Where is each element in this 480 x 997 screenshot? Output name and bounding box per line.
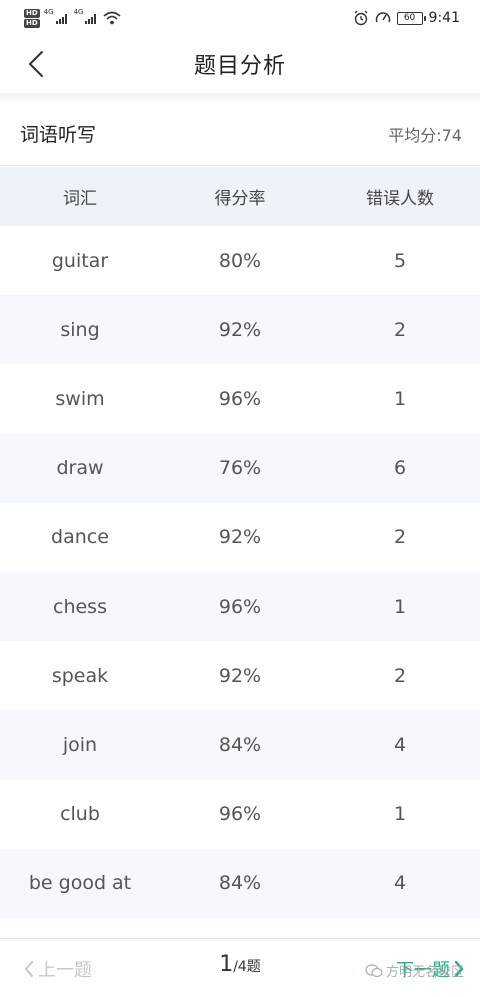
column-header-rate: 得分率 bbox=[214, 189, 266, 209]
status-time: 9:41 bbox=[428, 10, 460, 26]
errors-cell: 6 bbox=[393, 457, 407, 480]
rate-cell: 96% bbox=[218, 595, 262, 618]
errors-cell: 1 bbox=[393, 595, 407, 618]
word-cell: be good at bbox=[28, 872, 132, 895]
network-type-label: 4G bbox=[43, 8, 54, 16]
wechat-icon bbox=[365, 963, 383, 977]
table-row: dance 92% 2 bbox=[0, 502, 480, 572]
current-page: 1 bbox=[219, 952, 234, 977]
battery-level: 60 bbox=[403, 12, 416, 23]
errors-cell: 2 bbox=[393, 526, 407, 549]
hd-badge: HD bbox=[24, 18, 40, 28]
hd-badge: HD bbox=[24, 8, 40, 18]
wifi-icon bbox=[103, 11, 121, 25]
status-bar-right: 60 9:41 bbox=[353, 8, 460, 28]
rate-cell: 92% bbox=[218, 526, 262, 549]
table-row: draw 76% 6 bbox=[0, 433, 480, 503]
rate-cell: 96% bbox=[218, 803, 262, 826]
rate-cell: 96% bbox=[218, 387, 262, 410]
rate-cell: 84% bbox=[218, 872, 262, 895]
table-header: 词汇 得分率 错误人数 bbox=[0, 167, 480, 226]
nav-bar: 题目分析 bbox=[0, 34, 480, 94]
signal-icon bbox=[85, 14, 97, 24]
data-saver-icon bbox=[375, 12, 390, 23]
table-row: club 96% 1 bbox=[0, 779, 480, 849]
table-row: guitar 80% 5 bbox=[0, 226, 480, 296]
hd-indicators: HD HD bbox=[24, 8, 40, 28]
signal-icon bbox=[55, 14, 67, 24]
errors-cell: 1 bbox=[393, 387, 407, 410]
word-cell: join bbox=[62, 733, 98, 756]
watermark-text: 方明无名校区 bbox=[385, 965, 464, 980]
rate-cell: 92% bbox=[218, 664, 262, 687]
analysis-table: 词汇 得分率 错误人数 guitar 80% 5 sing 92% 2 swim… bbox=[0, 167, 480, 918]
errors-cell: 2 bbox=[393, 664, 407, 687]
word-cell: guitar bbox=[51, 249, 109, 272]
average-score: 平均分:74 bbox=[388, 126, 462, 145]
rate-cell: 80% bbox=[218, 249, 262, 272]
alarm-icon bbox=[354, 10, 368, 26]
word-cell: draw bbox=[56, 457, 104, 480]
table-row: swim 96% 1 bbox=[0, 364, 480, 434]
status-bar-left: HD HD 4G 4G bbox=[24, 6, 121, 30]
status-bar: HD HD 4G 4G 60 9:41 bbox=[0, 0, 480, 34]
word-cell: club bbox=[60, 803, 100, 826]
word-cell: chess bbox=[53, 595, 107, 618]
nav-divider bbox=[0, 93, 480, 103]
table-row: be good at 84% 4 bbox=[0, 848, 480, 918]
table-row: speak 92% 2 bbox=[0, 641, 480, 711]
section-title: 词语听写 bbox=[20, 124, 97, 146]
errors-cell: 2 bbox=[393, 318, 407, 341]
column-header-errors: 错误人数 bbox=[366, 189, 434, 209]
page-title: 题目分析 bbox=[193, 54, 286, 79]
errors-cell: 1 bbox=[393, 803, 407, 826]
total-pages: /4题 bbox=[233, 959, 261, 975]
section-header: 词语听写 平均分:74 bbox=[0, 103, 480, 166]
column-header-word: 词汇 bbox=[63, 189, 97, 209]
errors-cell: 5 bbox=[393, 249, 407, 272]
table-row: sing 92% 2 bbox=[0, 295, 480, 365]
word-cell: swim bbox=[55, 387, 105, 410]
word-cell: dance bbox=[51, 526, 109, 549]
rate-cell: 92% bbox=[218, 318, 262, 341]
rate-cell: 76% bbox=[218, 457, 262, 480]
network-type-label: 4G bbox=[73, 8, 84, 16]
word-cell: sing bbox=[60, 318, 100, 341]
watermark: 方明无名校区 bbox=[365, 961, 464, 980]
battery-icon: 60 bbox=[396, 11, 426, 25]
word-cell: speak bbox=[51, 664, 109, 687]
table-row: join 84% 4 bbox=[0, 710, 480, 780]
errors-cell: 4 bbox=[393, 733, 407, 756]
table-row: chess 96% 1 bbox=[0, 571, 480, 642]
rate-cell: 84% bbox=[218, 733, 262, 756]
bottom-bar: 上一题 1/4题 下一题 方明无名校区 bbox=[0, 938, 480, 997]
errors-cell: 4 bbox=[393, 872, 407, 895]
